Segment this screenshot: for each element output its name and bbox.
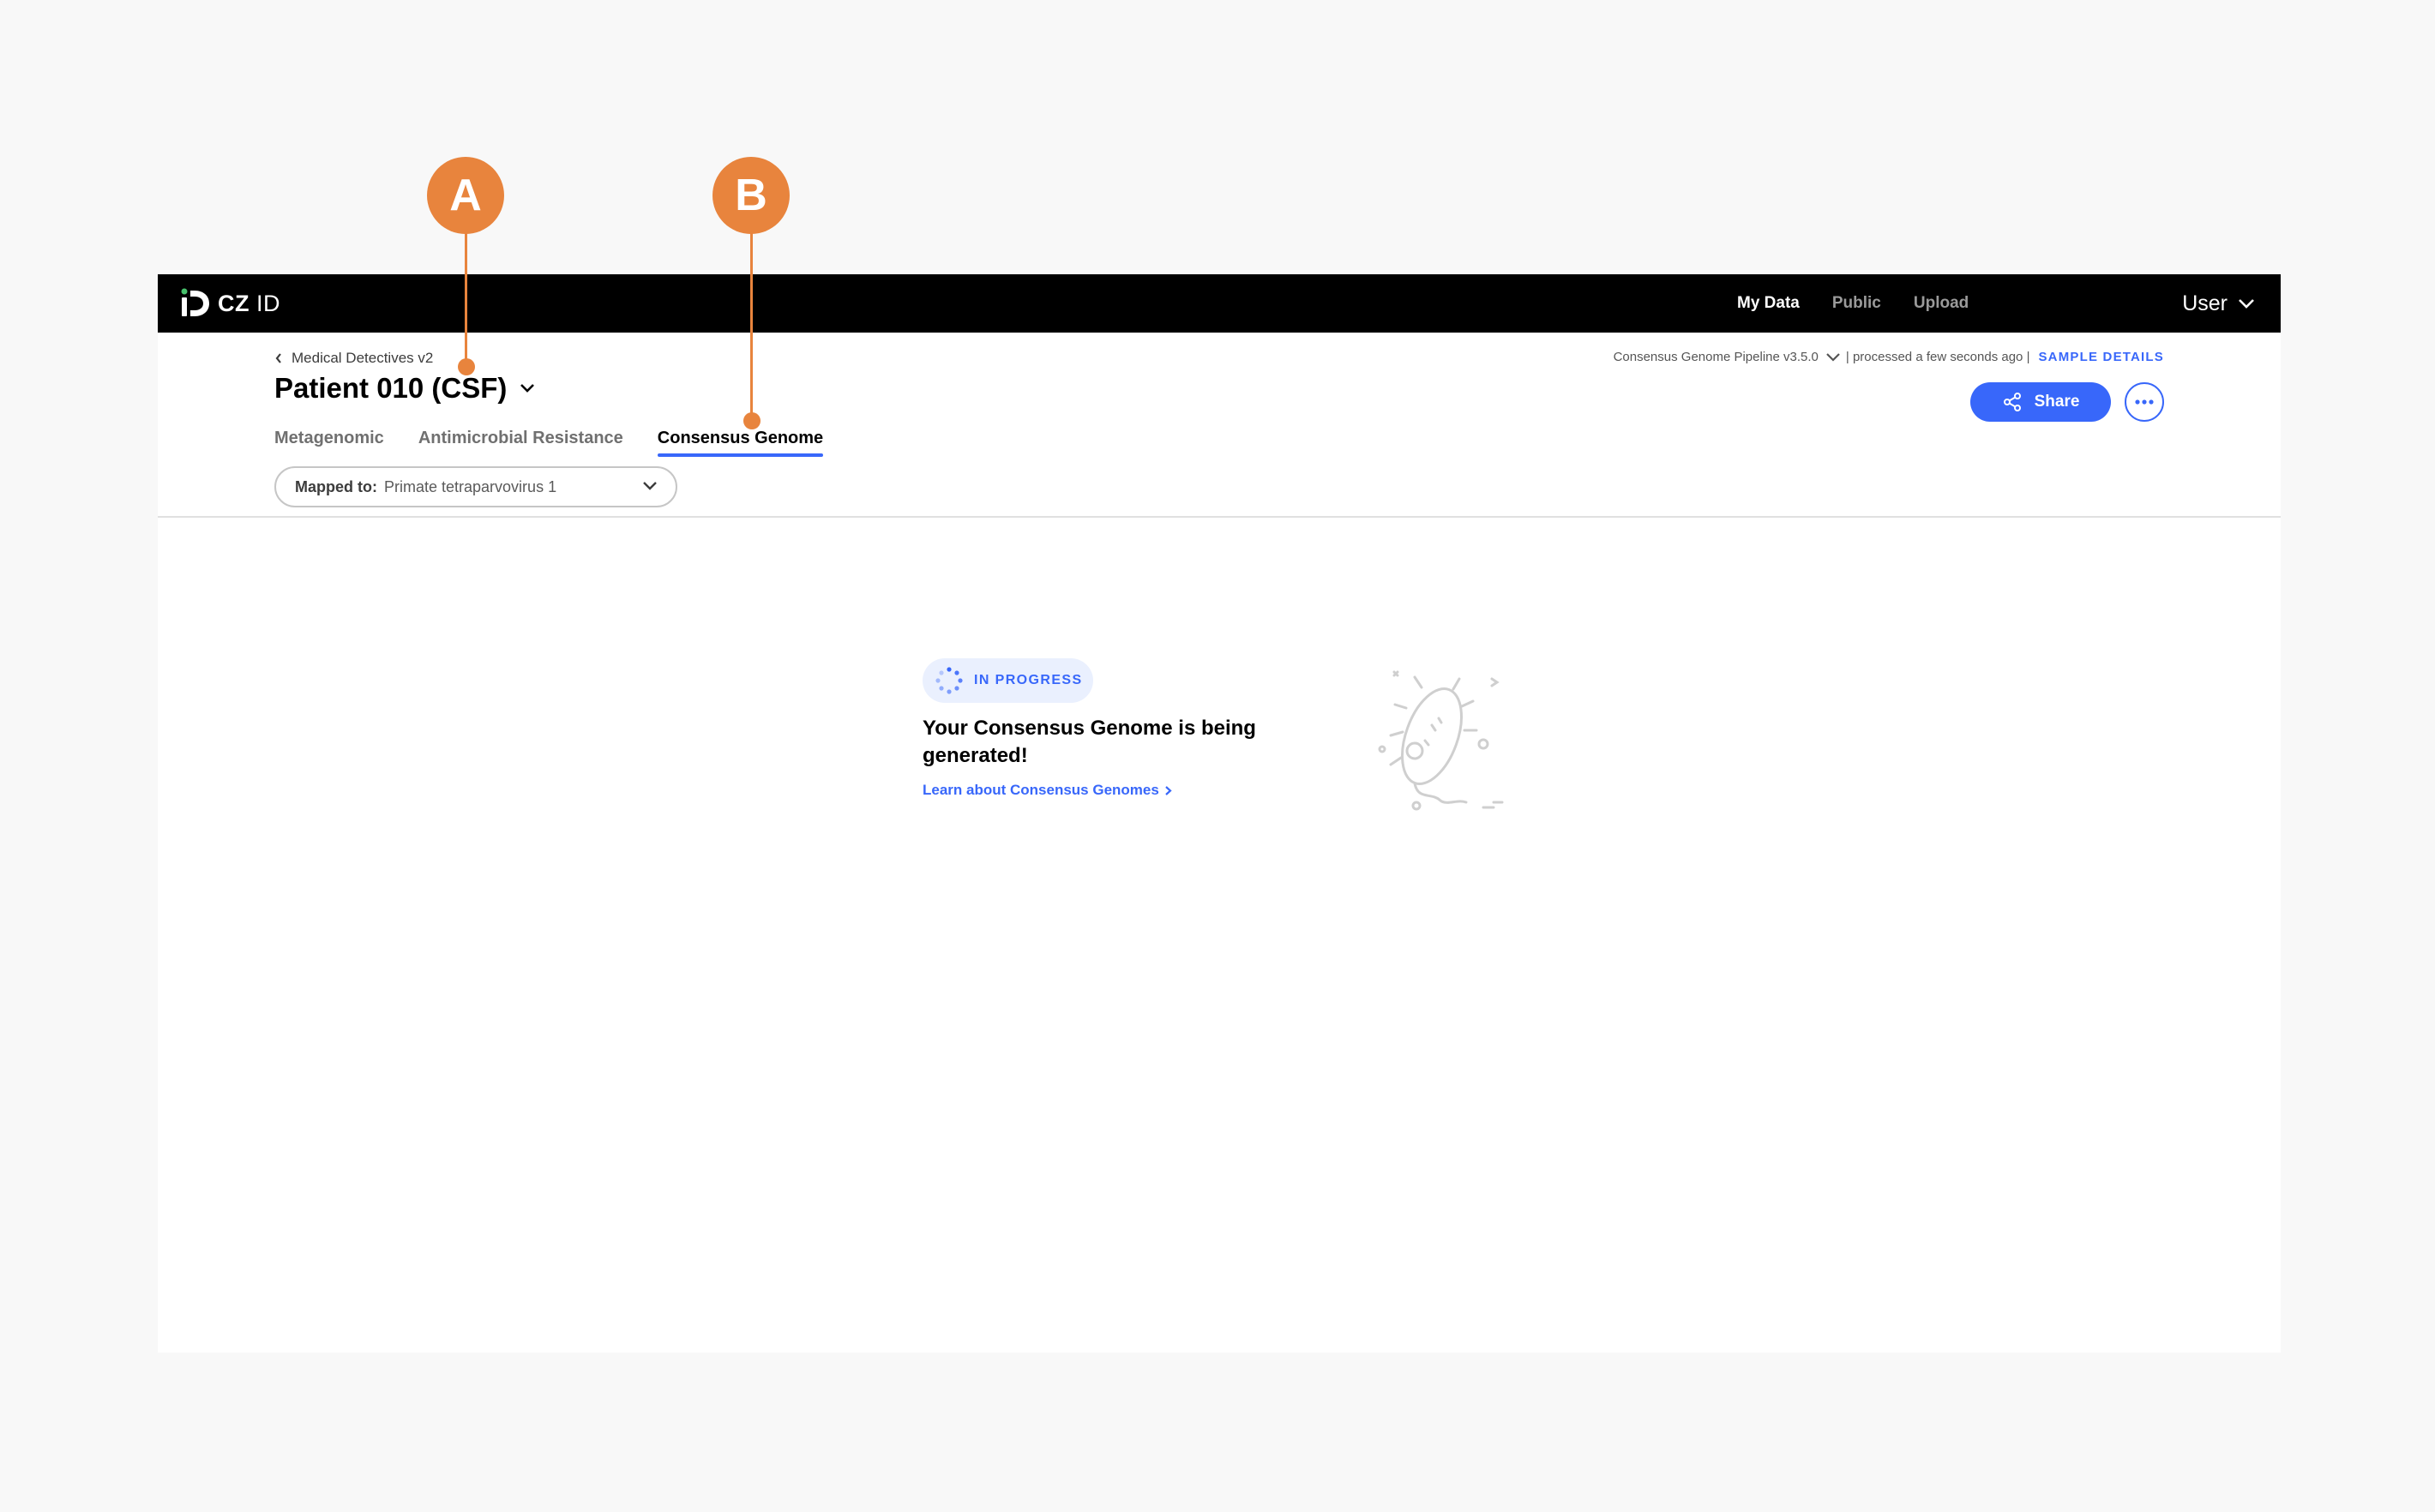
callout-badge-a: A	[427, 157, 504, 234]
status-panel: IN PROGRESS Your Consensus Genome is bei…	[923, 658, 1386, 799]
breadcrumb[interactable]: Medical Detectives v2	[274, 350, 433, 367]
sample-title-dropdown[interactable]: Patient 010 (CSF)	[274, 372, 536, 405]
sample-header: Medical Detectives v2 Patient 010 (CSF) …	[158, 333, 2281, 518]
czid-logo[interactable]: CZ ID	[178, 285, 280, 322]
tab-consensus-genome[interactable]: Consensus Genome	[657, 429, 824, 457]
pipeline-version-label: Consensus Genome Pipeline v3.5.0	[1613, 350, 1819, 364]
page-title: Patient 010 (CSF)	[274, 372, 508, 404]
breadcrumb-project-name: Medical Detectives v2	[292, 350, 434, 366]
mapped-to-dropdown[interactable]: Mapped to: Primate tetraparvovirus 1	[274, 466, 677, 507]
callout-line-a	[465, 231, 467, 369]
app-window: CZ ID My Data Public Upload User Medical…	[158, 274, 2281, 1353]
czid-logo-icon	[181, 288, 209, 316]
mapped-to-label: Mapped to:	[295, 477, 377, 495]
callout-dot-a	[458, 358, 475, 375]
report-tabs: Metagenomic Antimicrobial Resistance Con…	[274, 429, 824, 457]
user-menu[interactable]: User	[2182, 274, 2255, 333]
header-actions: Share	[1970, 382, 2164, 422]
bacteria-illustration-icon	[1378, 670, 1504, 811]
nav-public[interactable]: Public	[1832, 294, 1881, 313]
chevron-down-icon	[520, 384, 535, 393]
chevron-down-icon	[2239, 299, 2254, 309]
callout-line-b	[750, 231, 753, 422]
learn-consensus-genomes-link[interactable]: Learn about Consensus Genomes	[923, 782, 1172, 799]
sample-details-link[interactable]: SAMPLE DETAILS	[2038, 350, 2164, 364]
mapped-to-value: Primate tetraparvovirus 1	[384, 477, 557, 495]
tab-antimicrobial-resistance[interactable]: Antimicrobial Resistance	[418, 429, 623, 455]
pipeline-version-dropdown[interactable]: Consensus Genome Pipeline v3.5.0	[1614, 350, 1841, 364]
learn-link-label: Learn about Consensus Genomes	[923, 782, 1159, 798]
nav-my-data[interactable]: My Data	[1737, 294, 1800, 313]
more-actions-button[interactable]	[2125, 382, 2164, 422]
status-badge-label: IN PROGRESS	[974, 673, 1083, 687]
logo-wordmark: CZ ID	[218, 290, 281, 316]
top-navigation-bar: CZ ID My Data Public Upload User	[158, 274, 2281, 333]
callout-badge-b: B	[712, 157, 790, 234]
chevron-down-icon	[1826, 352, 1840, 362]
pipeline-info: Consensus Genome Pipeline v3.5.0 | proce…	[1614, 350, 2164, 364]
chevron-right-icon	[1165, 785, 1172, 795]
status-badge: IN PROGRESS	[923, 658, 1093, 703]
processed-time: | processed a few seconds ago |	[1845, 350, 2030, 364]
callout-dot-b	[743, 412, 761, 429]
share-button[interactable]: Share	[1970, 382, 2111, 422]
user-menu-label: User	[2182, 291, 2228, 315]
more-horizontal-icon	[2135, 399, 2154, 405]
status-title: Your Consensus Genome is being generated…	[923, 717, 1256, 767]
header-divider	[158, 516, 2281, 518]
chevron-down-icon	[643, 482, 657, 490]
chevron-left-icon	[275, 353, 281, 363]
nav-upload[interactable]: Upload	[1914, 294, 1969, 313]
main-nav: My Data Public Upload	[1737, 274, 1969, 333]
share-button-label: Share	[2034, 393, 2080, 411]
share-icon	[2003, 393, 2021, 411]
tab-metagenomic[interactable]: Metagenomic	[274, 429, 384, 455]
loading-spinner-icon	[935, 667, 963, 694]
